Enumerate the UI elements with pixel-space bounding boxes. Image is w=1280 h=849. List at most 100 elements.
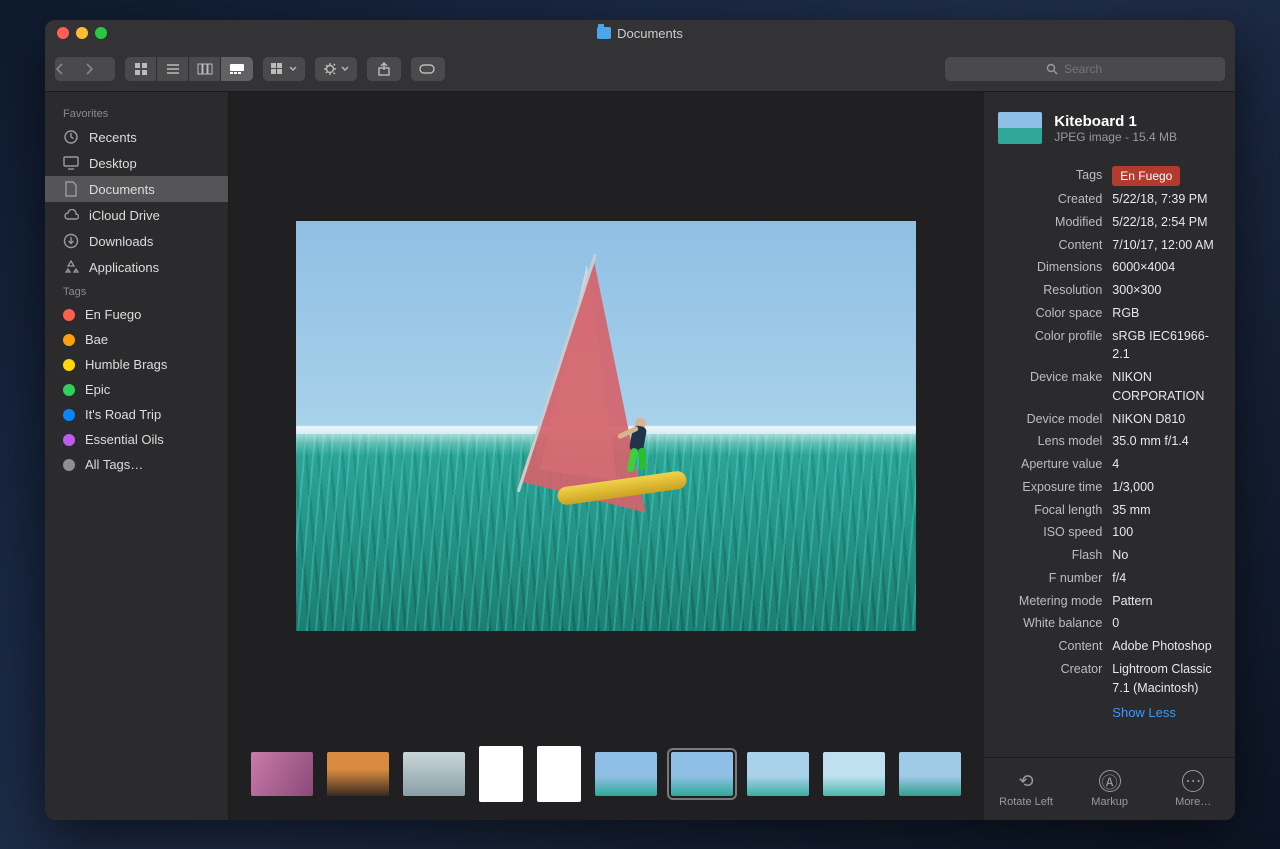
- tag-dot-icon: [63, 359, 75, 371]
- thumbnail[interactable]: [537, 746, 581, 802]
- action-rotate-button[interactable]: ⟲Rotate Left: [984, 758, 1068, 820]
- thumbnail[interactable]: [671, 752, 733, 796]
- sidebar-section-header: Favorites: [45, 102, 228, 124]
- file-name: Kiteboard 1: [1054, 113, 1177, 130]
- action-menu-button[interactable]: [315, 57, 357, 81]
- tags-button[interactable]: [411, 57, 445, 81]
- metadata-row: Resolution300×300: [998, 279, 1221, 302]
- metadata-label: F number: [998, 569, 1102, 588]
- filmstrip: [229, 740, 983, 820]
- thumbnail[interactable]: [823, 752, 885, 796]
- titlebar: Documents: [45, 20, 1235, 46]
- sidebar-item[interactable]: It's Road Trip: [45, 402, 228, 427]
- metadata-label: Creator: [998, 660, 1102, 698]
- view-column-button[interactable]: [189, 57, 221, 81]
- sidebar-item[interactable]: Desktop: [45, 150, 228, 176]
- thumbnail[interactable]: [403, 752, 465, 796]
- search-icon: [1046, 63, 1058, 75]
- sidebar-item[interactable]: Applications: [45, 254, 228, 280]
- metadata-label: Lens model: [998, 432, 1102, 451]
- metadata-row: Device modelNIKON D810: [998, 408, 1221, 431]
- metadata-value: 4: [1112, 455, 1221, 474]
- group-by-button[interactable]: [263, 57, 305, 81]
- tag-chip[interactable]: En Fuego: [1112, 166, 1180, 186]
- sidebar-item[interactable]: Downloads: [45, 228, 228, 254]
- desktop-icon: [63, 155, 79, 171]
- sidebar-item[interactable]: Documents: [45, 176, 228, 202]
- thumbnail[interactable]: [251, 752, 313, 796]
- sidebar-item-label: Applications: [89, 260, 159, 275]
- metadata-label: Created: [998, 190, 1102, 209]
- metadata-value: 1/3,000: [1112, 478, 1221, 497]
- metadata-value: sRGB IEC61966-2.1: [1112, 327, 1221, 365]
- metadata-row: Content Adobe Photoshop: [998, 635, 1221, 658]
- toolbar: [45, 46, 1235, 92]
- metadata-value: Adobe Photoshop: [1112, 637, 1221, 656]
- action-label: Rotate Left: [999, 796, 1053, 808]
- tag-dot-icon: [63, 384, 75, 396]
- tag-dot-icon: [63, 334, 75, 346]
- metadata-value: 35.0 mm f/1.4: [1112, 432, 1221, 451]
- show-less-link[interactable]: Show Less: [998, 699, 1221, 722]
- thumbnail[interactable]: [595, 752, 657, 796]
- sidebar-item[interactable]: Epic: [45, 377, 228, 402]
- thumbnail[interactable]: [747, 752, 809, 796]
- metadata-row: F number f/4: [998, 567, 1221, 590]
- metadata-label: Content: [998, 637, 1102, 656]
- thumbnail[interactable]: [327, 752, 389, 796]
- sidebar-item[interactable]: Essential Oils: [45, 427, 228, 452]
- search-input[interactable]: [1064, 62, 1124, 76]
- metadata-label: Tags: [998, 166, 1102, 186]
- metadata-value: NIKON D810: [1112, 410, 1221, 429]
- metadata-value: 300×300: [1112, 281, 1221, 300]
- thumbnail[interactable]: [899, 752, 961, 796]
- view-icon-button[interactable]: [125, 57, 157, 81]
- sidebar-item[interactable]: iCloud Drive: [45, 202, 228, 228]
- sidebar-item[interactable]: Bae: [45, 327, 228, 352]
- metadata-value: RGB: [1112, 304, 1221, 323]
- sidebar-item-label: Recents: [89, 130, 137, 145]
- metadata-value: f/4: [1112, 569, 1221, 588]
- sidebar-item[interactable]: Recents: [45, 124, 228, 150]
- sidebar-item[interactable]: All Tags…: [45, 452, 228, 477]
- sidebar-item-label: Bae: [85, 332, 108, 347]
- view-gallery-button[interactable]: [221, 57, 253, 81]
- metadata-row: Modified 5/22/18, 2:54 PM: [998, 211, 1221, 234]
- search-field[interactable]: [945, 57, 1225, 81]
- tag-dot-icon: [63, 309, 75, 321]
- thumbnail[interactable]: [479, 746, 523, 802]
- sidebar-item-label: Epic: [85, 382, 110, 397]
- metadata-row: ISO speed100: [998, 521, 1221, 544]
- metadata-value: En Fuego: [1112, 166, 1221, 186]
- metadata-row: Color spaceRGB: [998, 302, 1221, 325]
- action-markup-button[interactable]: ⒶMarkup: [1068, 758, 1152, 820]
- metadata-label: Modified: [998, 213, 1102, 232]
- nav-buttons: [55, 57, 115, 81]
- tag-dot-icon: [63, 434, 75, 446]
- metadata-value: 0: [1112, 614, 1221, 633]
- metadata-label: White balance: [998, 614, 1102, 633]
- preview-image[interactable]: [296, 221, 916, 631]
- view-list-button[interactable]: [157, 57, 189, 81]
- metadata-label: Aperture value: [998, 455, 1102, 474]
- sidebar-item[interactable]: Humble Brags: [45, 352, 228, 377]
- view-mode-segment: [125, 57, 253, 81]
- tag-dot-icon: [63, 459, 75, 471]
- metadata-label: Focal length: [998, 501, 1102, 520]
- metadata-row: Exposure time1/3,000: [998, 476, 1221, 499]
- metadata-row: Metering modePattern: [998, 590, 1221, 613]
- action-label: More…: [1175, 796, 1211, 808]
- metadata-value: 5/22/18, 2:54 PM: [1112, 213, 1221, 232]
- metadata-label: Flash: [998, 546, 1102, 565]
- share-button[interactable]: [367, 57, 401, 81]
- folder-icon: [597, 27, 611, 39]
- metadata-row: Tags En Fuego: [998, 164, 1221, 188]
- sidebar-item-label: iCloud Drive: [89, 208, 160, 223]
- metadata-row: Device makeNIKON CORPORATION: [998, 366, 1221, 408]
- metadata-value: 7/10/17, 12:00 AM: [1112, 236, 1221, 255]
- sidebar-item[interactable]: En Fuego: [45, 302, 228, 327]
- tag-dot-icon: [63, 409, 75, 421]
- forward-button[interactable]: [85, 57, 115, 81]
- action-more-button[interactable]: ⋯More…: [1151, 758, 1235, 820]
- back-button[interactable]: [55, 57, 85, 81]
